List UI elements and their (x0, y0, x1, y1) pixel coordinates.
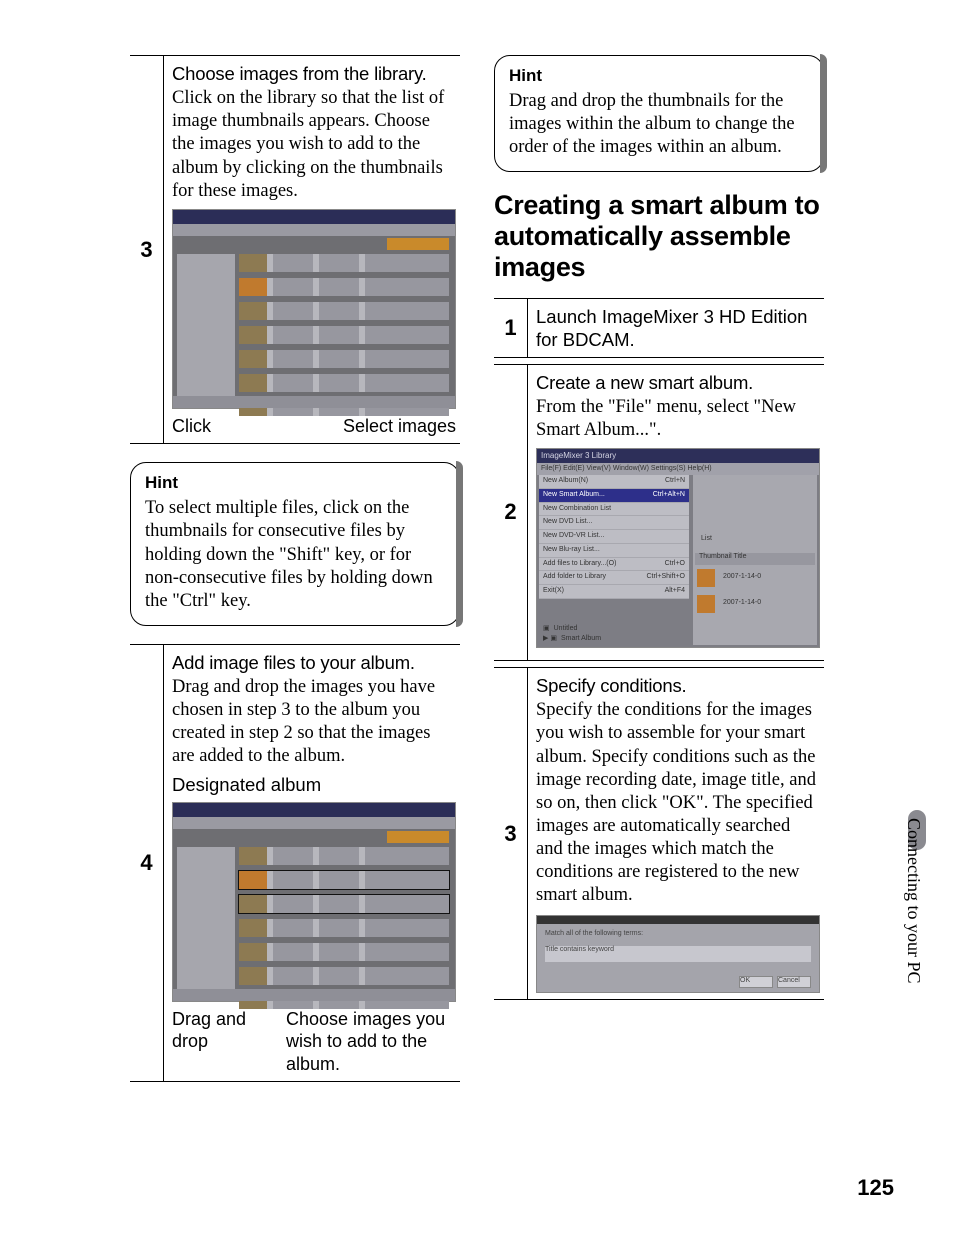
step-number: 3 (130, 56, 164, 443)
menu-item: Add files to Library...(O)Ctrl+O (539, 558, 689, 572)
step-number: 3 (494, 668, 528, 999)
two-column-layout: 3 Choose images from the library. Click … (130, 55, 894, 1088)
step-lead: Create a new smart album. (536, 371, 820, 394)
manual-page: 3 Choose images from the library. Click … (0, 0, 954, 1235)
step-body: Choose images from the library. Click on… (164, 56, 460, 443)
step-number: 4 (130, 645, 164, 1081)
step-body: Specify conditions. Specify the conditio… (528, 668, 824, 999)
step-text: Specify the conditions for the images yo… (536, 699, 820, 907)
hint-title: Hint (509, 66, 809, 86)
hint-box-reorder: Hint Drag and drop the thumbnails for th… (494, 55, 824, 172)
match-label: Match all of the following terms: (545, 930, 643, 939)
step-4: 4 Add image files to your album. Drag an… (130, 644, 460, 1082)
columns: Thumbnail Title (695, 553, 815, 565)
row-date: 2007-1-14-0 (723, 573, 761, 582)
caption-click: Click (172, 415, 211, 438)
tab-label: Connecting to your PC (903, 818, 924, 1018)
step-lead: Specify conditions. (536, 674, 820, 697)
ok-button: OK (739, 976, 773, 988)
step-body: Add image files to your album. Drag and … (164, 645, 460, 1081)
caption-drag: Drag and drop (172, 1008, 262, 1053)
smart-step-2: 2 Create a new smart album. From the "Fi… (494, 364, 824, 661)
menu-item: New Combination List (539, 503, 689, 517)
smart-step-3: 3 Specify conditions. Specify the condit… (494, 667, 824, 1000)
step-body: Create a new smart album. From the "File… (528, 365, 824, 660)
step-text: Click on the library so that the list of… (172, 87, 456, 203)
caption-select: Select images (343, 415, 456, 438)
library-screenshot (172, 209, 456, 409)
menu-item: New DVD List... (539, 516, 689, 530)
right-column: Hint Drag and drop the thumbnails for th… (494, 55, 824, 1088)
screenshot-captions: Click Select images (172, 415, 456, 438)
file-menu: New Album(N)Ctrl+N New Smart Album...Ctr… (539, 475, 689, 599)
designated-album-label: Designated album (172, 773, 456, 796)
step-text: Drag and drop the images you have chosen… (172, 676, 456, 769)
menu-item-selected: New Smart Album...Ctrl+Alt+N (539, 489, 689, 503)
sidebar-item: ▣Untitled (539, 624, 689, 635)
hint-box-multiselect: Hint To select multiple files, click on … (130, 462, 460, 626)
cancel-button: Cancel (777, 976, 811, 988)
menu-item: New DVD-VR List... (539, 530, 689, 544)
right-panel: List Thumbnail Title 2007-1-14-0 2007-1-… (693, 475, 817, 645)
caption-choose: Choose images you wish to add to the alb… (286, 1008, 456, 1076)
step-lead: Add image files to your album. (172, 651, 456, 674)
page-number: 125 (857, 1175, 894, 1201)
step-body: Launch ImageMixer 3 HD Edition for BDCAM… (528, 299, 824, 357)
step-number: 1 (494, 299, 528, 357)
sidebar-bottom: ▣Untitled ▶ ▣Smart Album (539, 624, 689, 646)
smart-step-1: 1 Launch ImageMixer 3 HD Edition for BDC… (494, 298, 824, 358)
titlebar: ImageMixer 3 Library (537, 449, 819, 463)
row-date: 2007-1-14-0 (723, 599, 761, 608)
file-menu-screenshot: ImageMixer 3 Library File(F) Edit(E) Vie… (536, 448, 820, 648)
menu-item: New Album(N)Ctrl+N (539, 475, 689, 489)
condition-row: Title contains keyword (545, 946, 811, 962)
sidebar-item: ▶ ▣Smart Album (539, 634, 689, 645)
step-number: 2 (494, 365, 528, 660)
section-heading: Creating a smart album to automatically … (494, 190, 824, 283)
thumb-icon (697, 595, 715, 613)
left-column: 3 Choose images from the library. Click … (130, 55, 460, 1088)
screenshot-captions: Drag and drop Choose images you wish to … (172, 1008, 456, 1076)
step-text: Launch ImageMixer 3 HD Edition for BDCAM… (536, 305, 820, 351)
hint-text: To select multiple files, click on the t… (145, 497, 445, 613)
step-lead: Choose images from the library. (172, 62, 456, 85)
hint-text: Drag and drop the thumbnails for the ima… (509, 90, 809, 159)
menu-item: Exit(X)Alt+F4 (539, 585, 689, 599)
hint-title: Hint (145, 473, 445, 493)
step-3: 3 Choose images from the library. Click … (130, 55, 460, 444)
chapter-tab: Connecting to your PC (902, 810, 926, 1020)
thumb-icon (697, 569, 715, 587)
step-text: From the "File" menu, select "New Smart … (536, 396, 820, 442)
list-label: List (701, 535, 712, 544)
conditions-dialog: Match all of the following terms: Title … (536, 915, 820, 993)
menu-item: New Blu-ray List... (539, 544, 689, 558)
menubar: File(F) Edit(E) View(V) Window(W) Settin… (537, 463, 819, 475)
menu-item: Add folder to LibraryCtrl+Shift+O (539, 571, 689, 585)
album-screenshot (172, 802, 456, 1002)
